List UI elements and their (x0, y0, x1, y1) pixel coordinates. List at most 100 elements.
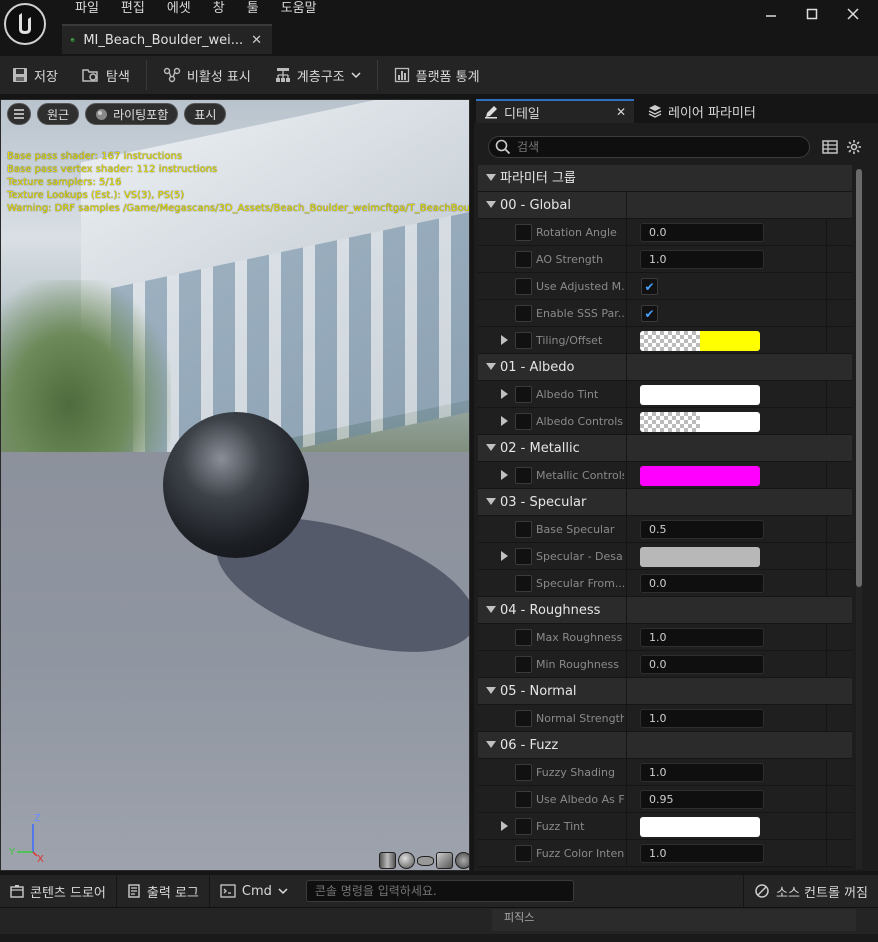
parameter-value-field[interactable]: 0.5 (640, 520, 764, 539)
override-checkbox[interactable] (515, 386, 532, 403)
maximize-button[interactable] (799, 4, 825, 24)
cylinder-preview-icon[interactable] (379, 852, 396, 869)
close-window-button[interactable] (840, 4, 866, 24)
parameter-row: Tiling/Offset (478, 327, 852, 354)
menu-asset[interactable]: 에셋 (156, 0, 202, 20)
parameter-group-header[interactable]: 02 - Metallic (478, 435, 852, 462)
show-button[interactable]: 표시 (184, 103, 227, 125)
override-checkbox[interactable] (515, 278, 532, 295)
parameter-value-field[interactable]: 0.95 (640, 790, 764, 809)
cmd-dropdown[interactable]: Cmd (210, 875, 298, 907)
console-command-input[interactable] (305, 880, 574, 902)
override-checkbox[interactable] (515, 224, 532, 241)
tab-details[interactable]: 디테일 ✕ (476, 99, 634, 123)
override-checkbox[interactable] (515, 656, 532, 673)
parameter-group-header[interactable]: 00 - Global (478, 192, 852, 219)
override-checkbox[interactable] (515, 629, 532, 646)
lit-mode-button[interactable]: 라이팅포함 (85, 103, 179, 125)
parameter-value-field[interactable]: 0.0 (640, 655, 764, 674)
physics-panel-header[interactable]: 피직스 (492, 909, 856, 931)
parameter-value-field[interactable]: 1.0 (640, 844, 764, 863)
override-checkbox[interactable] (515, 413, 532, 430)
details-search-input[interactable] (517, 140, 797, 154)
minimize-button[interactable] (758, 4, 784, 24)
save-button[interactable]: 저장 (0, 56, 70, 94)
tab-layer-parameters[interactable]: 레이어 파라미터 (640, 99, 764, 123)
parameter-value-field[interactable]: 1.0 (640, 763, 764, 782)
menu-help[interactable]: 도움말 (270, 0, 328, 20)
parameter-value-field[interactable]: 1.0 (640, 628, 764, 647)
parameter-groups-header[interactable]: 파라미터 그룹 (478, 165, 852, 192)
parameter-value-field[interactable]: 0.0 (640, 574, 764, 593)
expand-arrow-icon[interactable] (501, 389, 508, 399)
expand-arrow-icon[interactable] (501, 470, 508, 480)
source-control-button[interactable]: 소스 컨트롤 꺼짐 (743, 875, 868, 907)
document-tab[interactable]: MI_Beach_Boulder_wei... ✕ (62, 24, 272, 54)
parameter-group-header[interactable]: 04 - Roughness (478, 597, 852, 624)
expand-arrow-icon[interactable] (501, 416, 508, 426)
plane-preview-icon[interactable] (417, 856, 434, 866)
override-checkbox[interactable] (515, 710, 532, 727)
menu-bar: 파일 편집 에셋 창 툴 도움말 (64, 0, 328, 20)
menu-edit[interactable]: 편집 (110, 0, 156, 20)
expand-arrow-icon[interactable] (501, 821, 508, 831)
parameter-group-header[interactable]: 06 - Fuzz (478, 732, 852, 759)
parameter-group-header[interactable]: 03 - Specular (478, 489, 852, 516)
viewport-menu-button[interactable] (7, 103, 31, 125)
parameter-row: Specular From... 0.0 (478, 570, 852, 597)
parameter-value-field[interactable]: 0.0 (640, 223, 764, 242)
show-inactive-button[interactable]: 비활성 표시 (151, 56, 263, 94)
details-search-box[interactable] (488, 136, 810, 158)
expand-arrow-icon[interactable] (501, 335, 508, 345)
hierarchy-button[interactable]: 계층구조 (263, 56, 373, 94)
parameter-value-field[interactable]: 1.0 (640, 709, 764, 728)
cube-preview-icon[interactable] (436, 852, 453, 869)
parameter-row: Min Roughness 0.0 (478, 651, 852, 678)
override-checkbox[interactable] (515, 575, 532, 592)
parameter-row: Max Roughness 1.0 (478, 624, 852, 651)
color-swatch[interactable] (640, 331, 760, 351)
parameter-group-header[interactable]: 01 - Albedo (478, 354, 852, 381)
parameter-bool-checkbox[interactable]: ✔ (641, 278, 658, 295)
save-label: 저장 (34, 69, 58, 85)
menu-window[interactable]: 창 (202, 0, 236, 20)
color-swatch[interactable] (640, 466, 760, 486)
color-swatch[interactable] (640, 817, 760, 837)
expand-arrow-icon[interactable] (501, 551, 508, 561)
override-checkbox[interactable] (515, 791, 532, 808)
parameter-group-header[interactable]: 05 - Normal (478, 678, 852, 705)
sphere-preview-icon[interactable] (398, 852, 415, 869)
override-checkbox[interactable] (515, 467, 532, 484)
color-swatch[interactable] (640, 412, 760, 432)
override-checkbox[interactable] (515, 845, 532, 862)
override-checkbox[interactable] (515, 305, 532, 322)
unreal-logo-icon[interactable] (4, 3, 46, 45)
browse-button[interactable]: 탐색 (70, 56, 142, 94)
override-checkbox[interactable] (515, 548, 532, 565)
parameter-bool-checkbox[interactable]: ✔ (641, 305, 658, 322)
tab-close-icon[interactable]: ✕ (616, 105, 626, 119)
override-checkbox[interactable] (515, 521, 532, 538)
override-checkbox[interactable] (515, 251, 532, 268)
parameter-value-field[interactable]: 1.0 (640, 250, 764, 269)
teapot-preview-icon[interactable] (455, 852, 469, 869)
override-checkbox[interactable] (515, 818, 532, 835)
table-view-icon[interactable] (822, 139, 838, 155)
color-swatch[interactable] (640, 547, 760, 567)
gear-icon[interactable] (846, 139, 862, 155)
platform-stats-button[interactable]: 플랫폼 통계 (382, 56, 492, 94)
scrollbar-thumb[interactable] (856, 169, 862, 587)
color-swatch[interactable] (640, 385, 760, 405)
physics-panel-label: 피직스 (504, 911, 535, 924)
override-checkbox[interactable] (515, 764, 532, 781)
content-drawer-button[interactable]: 콘텐츠 드로어 (0, 875, 117, 907)
output-log-button[interactable]: 출력 로그 (117, 875, 210, 907)
details-scrollbar[interactable] (856, 169, 862, 869)
toolbar-divider (145, 60, 147, 90)
menu-file[interactable]: 파일 (64, 0, 110, 20)
material-preview-viewport[interactable]: 원근 라이팅포함 표시 Base pass shader: 167 instru… (0, 99, 470, 871)
perspective-button[interactable]: 원근 (37, 103, 80, 125)
tab-close-icon[interactable]: ✕ (251, 33, 262, 48)
override-checkbox[interactable] (515, 332, 532, 349)
menu-tools[interactable]: 툴 (236, 0, 270, 20)
